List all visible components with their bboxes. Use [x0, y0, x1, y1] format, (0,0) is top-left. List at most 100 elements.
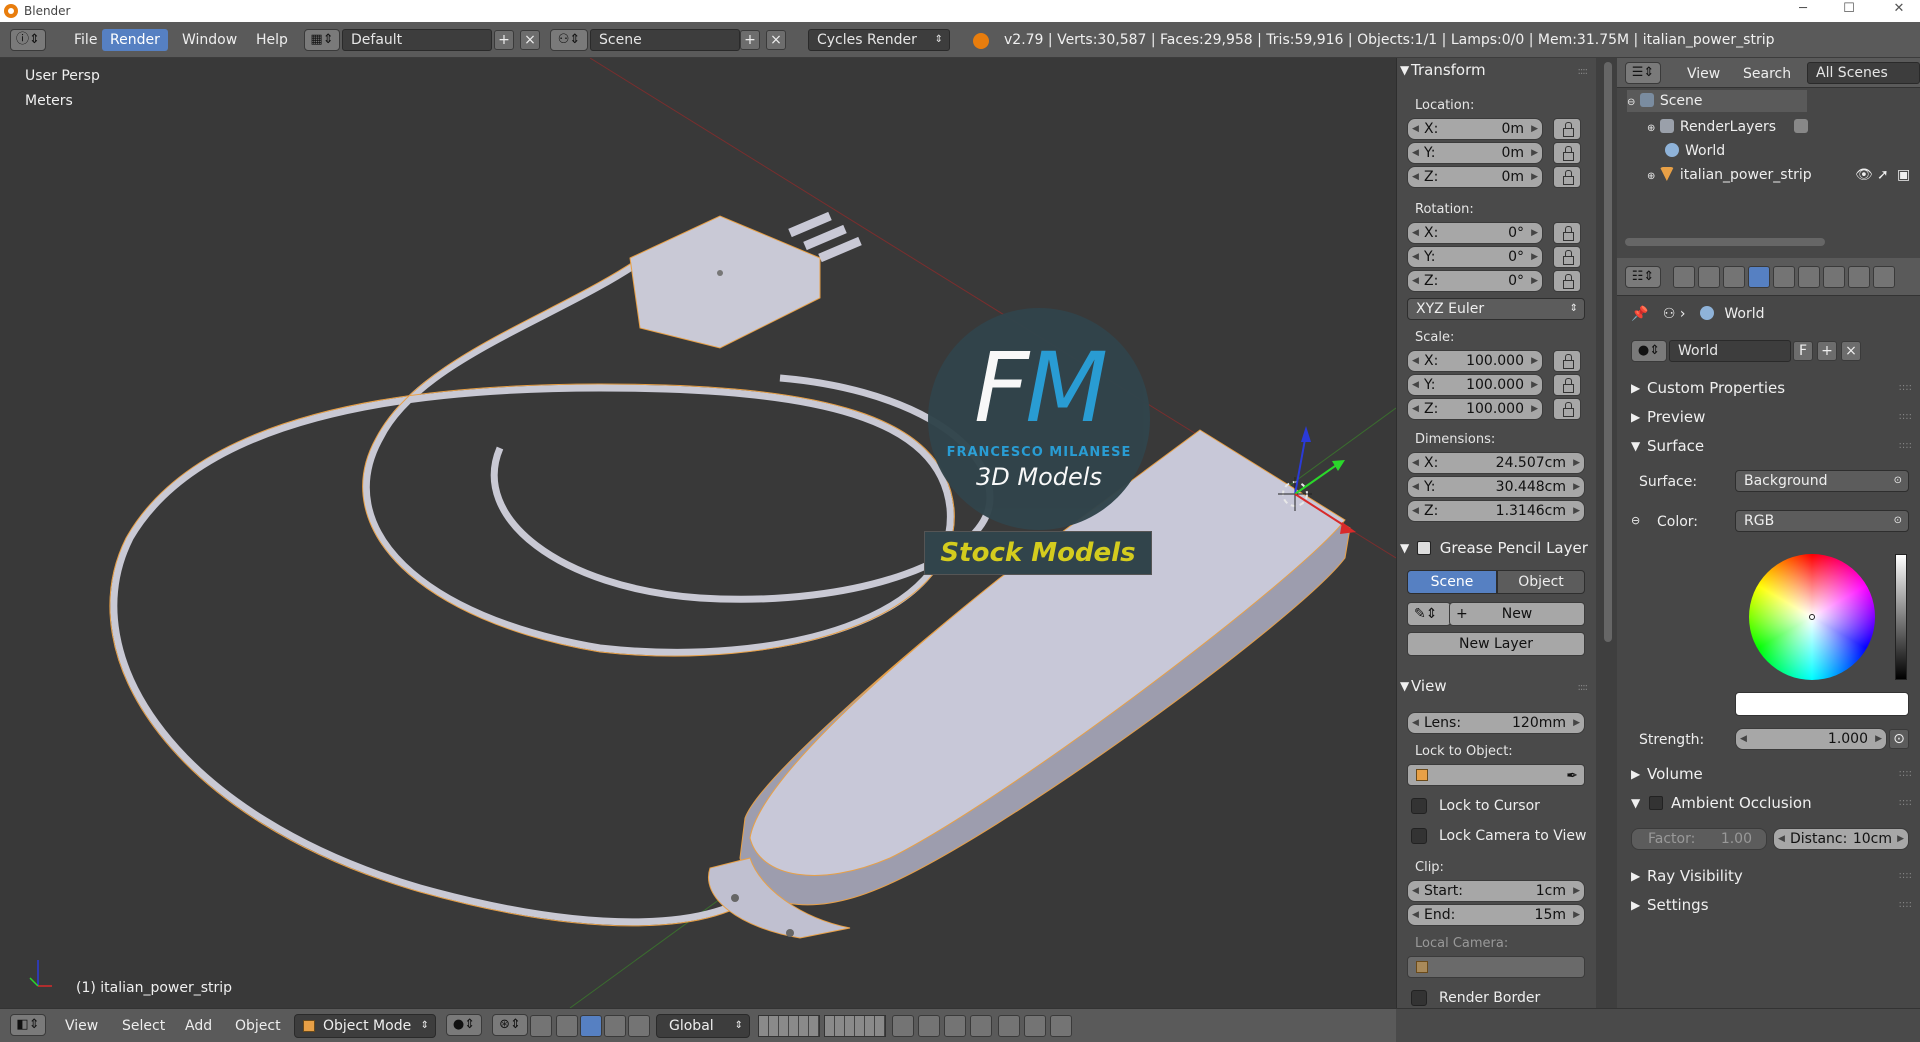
scrollbar-thumb[interactable] — [1604, 62, 1612, 642]
constraints-tab-icon[interactable] — [1798, 266, 1820, 288]
translate-manipulator-icon[interactable] — [556, 1015, 578, 1037]
visibility-eye-icon[interactable]: 👁 — [1855, 164, 1873, 186]
surface-section[interactable]: ▼ Surface:::: — [1629, 434, 1912, 458]
scale-z-field[interactable]: ◀ Z: 100.000 ▶ — [1407, 398, 1543, 420]
screen-layout-icon[interactable]: ▦⇕ — [304, 29, 340, 51]
snap-target-icon[interactable] — [998, 1015, 1020, 1037]
rotation-z-field[interactable]: ◀ Z: 0° ▶ — [1407, 270, 1543, 292]
renderability-camera-icon[interactable]: ▣ — [1897, 164, 1910, 186]
scene-name-field[interactable]: Scene — [590, 29, 740, 51]
outliner-display-mode-dropdown[interactable]: All Scenes — [1807, 62, 1920, 84]
remove-layout-icon[interactable]: × — [520, 30, 540, 50]
volume-section[interactable]: ▶ Volume:::: — [1629, 762, 1912, 786]
transform-orientation-dropdown[interactable]: Global ⇕ — [656, 1014, 750, 1038]
menu-add[interactable]: Add — [185, 1015, 212, 1037]
data-tab-icon[interactable] — [1848, 266, 1870, 288]
remove-scene-icon[interactable]: × — [766, 30, 786, 50]
ray-visibility-section[interactable]: ▶ Ray Visibility:::: — [1629, 864, 1912, 888]
lock-location-z-icon[interactable] — [1553, 166, 1581, 188]
surface-shader-dropdown[interactable]: Background ⊙ — [1735, 470, 1909, 492]
settings-section[interactable]: ▶ Settings:::: — [1629, 893, 1912, 917]
3d-viewport[interactable]: User Persp Meters FM FRANCESCO MILANESE … — [0, 58, 1396, 1008]
pivot-point-icon[interactable]: ⊛⇕ — [492, 1014, 528, 1036]
layers-group-2[interactable] — [824, 1015, 886, 1037]
scale-x-field[interactable]: ◀ X: 100.000 ▶ — [1407, 350, 1543, 372]
render-tab-icon[interactable] — [1673, 266, 1695, 288]
manipulator-toggle-icon[interactable] — [530, 1015, 552, 1037]
material-tab-icon[interactable] — [1873, 266, 1895, 288]
grease-source-scene-toggle[interactable]: Scene — [1407, 570, 1497, 594]
menu-file[interactable]: File — [66, 29, 105, 51]
lock-scale-z-icon[interactable] — [1553, 398, 1581, 420]
render-border-checkbox[interactable] — [1411, 990, 1427, 1006]
lock-location-y-icon[interactable] — [1553, 142, 1581, 164]
lens-field[interactable]: ◀ Lens: 120mm ▶ — [1407, 712, 1585, 734]
menu-select[interactable]: Select — [122, 1015, 165, 1037]
color-link-icon[interactable]: ⊖ — [1631, 514, 1640, 527]
scene-selector-icon[interactable]: ⚇⇕ — [550, 29, 588, 51]
menu-view[interactable]: View — [65, 1015, 98, 1037]
properties-editor-type-icon[interactable]: ☷⇕ — [1625, 266, 1661, 288]
unlink-world-icon[interactable]: × — [1841, 341, 1861, 361]
grease-source-object-toggle[interactable]: Object — [1497, 570, 1585, 594]
scale-manipulator-icon[interactable] — [604, 1015, 626, 1037]
renderlayers-tab-icon[interactable] — [1698, 266, 1720, 288]
outliner-item-world[interactable]: World — [1665, 140, 1725, 162]
interaction-mode-dropdown[interactable]: Object Mode ⇕ — [294, 1014, 436, 1038]
color-mode-dropdown[interactable]: RGB ⊙ — [1735, 510, 1909, 532]
lock-object-field[interactable]: ✒ — [1407, 764, 1585, 786]
custom-properties-section[interactable]: ▶ Custom Properties:::: — [1629, 376, 1912, 400]
outliner-menu-view[interactable]: View — [1687, 63, 1720, 85]
color-value-slider[interactable] — [1895, 554, 1907, 680]
snap-element-icon[interactable] — [970, 1015, 992, 1037]
pencil-icon[interactable]: ✎⇕ — [1407, 602, 1451, 626]
lock-camera-checkbox[interactable] — [1411, 828, 1427, 844]
location-z-field[interactable]: ◀ Z: 0m ▶ — [1407, 166, 1543, 188]
grease-pencil-panel-header[interactable]: ▼ Grease Pencil Layer — [1397, 536, 1593, 560]
transform-panel-header[interactable]: ▼ Transform:::: — [1397, 58, 1593, 82]
grease-new-button[interactable]: + New — [1449, 602, 1585, 626]
grease-new-layer-button[interactable]: New Layer — [1407, 632, 1585, 656]
menu-window[interactable]: Window — [174, 29, 245, 51]
clip-end-field[interactable]: ◀ End: 15m ▶ — [1407, 904, 1585, 926]
menu-help[interactable]: Help — [248, 29, 296, 51]
fake-user-button[interactable]: F — [1793, 341, 1813, 361]
opengl-animation-icon[interactable] — [1050, 1015, 1072, 1037]
snap-toggle-icon[interactable] — [944, 1015, 966, 1037]
outliner-item-object[interactable]: ⊕ italian_power_strip 👁 ➚ ▣ — [1647, 164, 1917, 186]
outliner-hscrollbar[interactable] — [1625, 238, 1825, 246]
add-layout-icon[interactable]: + — [494, 30, 514, 50]
pin-icon[interactable]: 📌 — [1631, 306, 1648, 322]
world-tab-icon[interactable] — [1748, 266, 1770, 288]
proportional-edit-icon[interactable] — [918, 1015, 940, 1037]
manipulator-extra-icon[interactable] — [628, 1015, 650, 1037]
rotation-mode-dropdown[interactable]: XYZ Euler ⇕ — [1407, 298, 1585, 320]
color-swatch[interactable] — [1735, 692, 1909, 716]
view-panel-header[interactable]: ▼ View:::: — [1397, 674, 1593, 698]
menu-render[interactable]: Render — [102, 29, 168, 51]
location-y-field[interactable]: ◀ Y: 0m ▶ — [1407, 142, 1543, 164]
menu-object[interactable]: Object — [235, 1015, 281, 1037]
outliner-menu-search[interactable]: Search — [1743, 63, 1791, 85]
3d-view-editor-type-icon[interactable]: ◧⇕ — [10, 1014, 46, 1036]
dimensions-y-field[interactable]: ◀ Y: 30.448cm ▶ — [1407, 476, 1585, 498]
rotation-y-field[interactable]: ◀ Y: 0° ▶ — [1407, 246, 1543, 268]
add-scene-icon[interactable]: + — [740, 30, 760, 50]
location-x-field[interactable]: ◀ X: 0m ▶ — [1407, 118, 1543, 140]
render-engine-dropdown[interactable]: Cycles Render ⇕ — [808, 29, 950, 51]
lock-location-x-icon[interactable] — [1553, 118, 1581, 140]
lock-rotation-y-icon[interactable] — [1553, 246, 1581, 268]
editor-type-info-icon[interactable]: ⓘ⇕ — [10, 29, 46, 51]
color-wheel[interactable] — [1749, 554, 1875, 680]
lock-scale-x-icon[interactable] — [1553, 350, 1581, 372]
lock-rotation-z-icon[interactable] — [1553, 270, 1581, 292]
ao-distance-field[interactable]: ◀ Distanc: 10cm ▶ — [1773, 828, 1909, 850]
selectability-cursor-icon[interactable]: ➚ — [1877, 164, 1889, 186]
layout-name-field[interactable]: Default — [342, 29, 492, 51]
shelf-scrollbar[interactable] — [1596, 58, 1617, 1008]
lock-to-cursor-checkbox[interactable] — [1411, 798, 1427, 814]
scale-y-field[interactable]: ◀ Y: 100.000 ▶ — [1407, 374, 1543, 396]
strength-link-icon[interactable]: ⊙ — [1889, 729, 1909, 749]
scene-tab-icon[interactable] — [1723, 266, 1745, 288]
grease-pencil-checkbox[interactable] — [1417, 541, 1431, 555]
